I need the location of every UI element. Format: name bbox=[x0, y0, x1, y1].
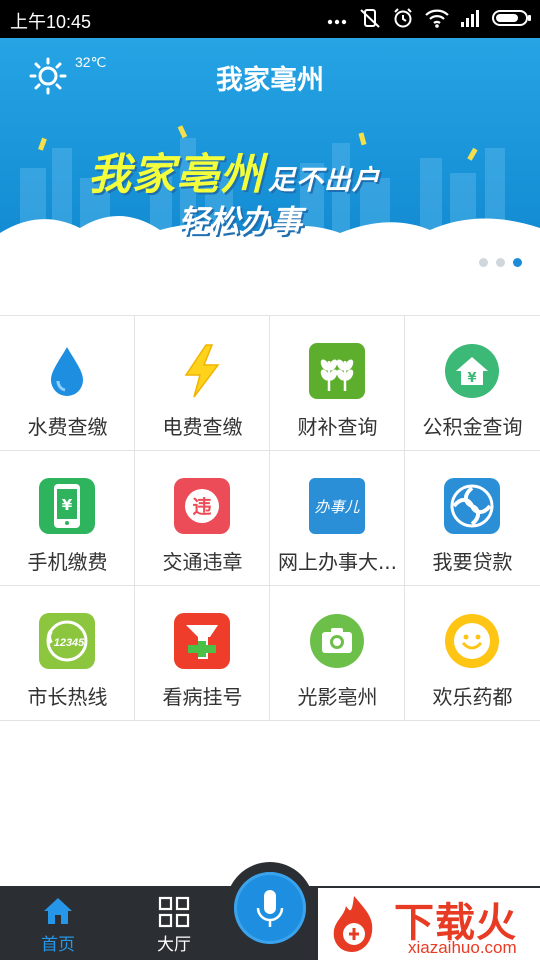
service-label: 网上办事大... bbox=[277, 550, 398, 574]
smiley-icon bbox=[445, 614, 499, 668]
service-grid: 水费查缴 电费查缴 财补查询 ¥ 公积金查询 ¥ 手机缴费 违 交通违章 办事儿… bbox=[0, 315, 540, 721]
service-label: 市长热线 bbox=[27, 685, 108, 709]
carousel-dot[interactable] bbox=[479, 258, 488, 267]
tab-home[interactable]: 首页 bbox=[18, 886, 98, 960]
service-label: 看病挂号 bbox=[162, 685, 243, 709]
service-label: 电费查缴 bbox=[162, 415, 243, 439]
service-label: 交通违章 bbox=[162, 550, 243, 574]
service-photo-bozhou[interactable]: 光影亳州 bbox=[270, 586, 405, 720]
wifi-icon bbox=[424, 7, 450, 29]
house-yuan-icon: ¥ bbox=[445, 344, 499, 398]
service-mayor-hotline[interactable]: 12345 市长热线 bbox=[0, 586, 135, 720]
service-label: 我要贷款 bbox=[432, 550, 513, 574]
camera-icon bbox=[310, 614, 364, 668]
more-dots-icon bbox=[326, 7, 348, 29]
service-happy-medicine-capital[interactable]: 欢乐药都 bbox=[405, 586, 540, 720]
service-label: 光影亳州 bbox=[297, 685, 378, 709]
service-electricity-fee[interactable]: 电费查缴 bbox=[135, 316, 270, 450]
tab-hall[interactable]: 大厅 bbox=[134, 886, 214, 960]
service-label: 水费查缴 bbox=[27, 415, 108, 439]
voice-button[interactable] bbox=[234, 872, 306, 944]
banner-slogan-city: 我家亳州 bbox=[88, 150, 264, 200]
status-bar: 上午10:45 bbox=[0, 0, 540, 38]
loan-icon bbox=[444, 478, 500, 534]
svg-text:办事儿: 办事儿 bbox=[314, 498, 360, 516]
banner-slogan-sub: 足不出户 bbox=[268, 165, 380, 196]
service-traffic-violation[interactable]: 违 交通违章 bbox=[135, 451, 270, 585]
home-icon bbox=[44, 898, 72, 924]
svg-text:12345: 12345 bbox=[54, 637, 85, 649]
flame-icon bbox=[333, 896, 373, 952]
service-label: 手机缴费 bbox=[27, 550, 108, 574]
carousel-dot-active[interactable] bbox=[513, 258, 522, 267]
phone-yuan-icon: ¥ bbox=[39, 478, 95, 534]
service-phone-payment[interactable]: ¥ 手机缴费 bbox=[0, 451, 135, 585]
hospital-icon bbox=[174, 613, 230, 669]
carousel-dot[interactable] bbox=[496, 258, 505, 267]
svg-text:¥: ¥ bbox=[62, 496, 73, 514]
tab-home-label: 首页 bbox=[41, 935, 75, 955]
service-online-hall[interactable]: 办事儿 网上办事大... bbox=[270, 451, 405, 585]
service-hospital-registration[interactable]: 看病挂号 bbox=[135, 586, 270, 720]
lightning-icon bbox=[184, 344, 220, 398]
voice-button-container bbox=[226, 862, 314, 960]
banner-slogan-main: 我家亳州 足不出户 bbox=[88, 140, 380, 202]
banner-carousel[interactable]: 32℃ 我家亳州 我家亳州 足不出户 轻松办事 bbox=[0, 38, 540, 278]
banner-slogan-line2: 轻松办事 bbox=[178, 204, 302, 240]
service-subsidy-query[interactable]: 财补查询 bbox=[270, 316, 405, 450]
battery-icon bbox=[492, 7, 532, 29]
banshier-icon: 办事儿 bbox=[309, 478, 365, 534]
violation-icon: 违 bbox=[174, 478, 230, 534]
watermark-logo: 下载火 xiazaihuo.com bbox=[318, 888, 540, 960]
wheat-icon bbox=[309, 343, 365, 399]
svg-text:¥: ¥ bbox=[467, 371, 476, 386]
service-loan[interactable]: 我要贷款 bbox=[405, 451, 540, 585]
hotline-icon: 12345 bbox=[39, 613, 95, 669]
service-label: 公积金查询 bbox=[422, 415, 523, 439]
grid-icon bbox=[158, 896, 190, 928]
svg-text:违: 违 bbox=[192, 496, 211, 518]
tab-hall-label: 大厅 bbox=[157, 935, 191, 955]
page-title: 我家亳州 bbox=[216, 65, 324, 95]
service-water-fee[interactable]: 水费查缴 bbox=[0, 316, 135, 450]
watermark-site: xiazaihuo.com bbox=[408, 938, 517, 957]
service-label: 财补查询 bbox=[297, 415, 378, 439]
service-housing-fund-query[interactable]: ¥ 公积金查询 bbox=[405, 316, 540, 450]
status-time: 上午10:45 bbox=[10, 12, 92, 32]
signal-icon bbox=[460, 7, 482, 29]
carousel-indicator bbox=[479, 258, 522, 267]
microphone-icon bbox=[256, 890, 284, 927]
service-label: 欢乐药都 bbox=[432, 685, 513, 709]
water-drop-icon bbox=[51, 347, 83, 396]
vibrate-off-icon bbox=[358, 7, 382, 29]
alarm-icon bbox=[392, 7, 414, 29]
